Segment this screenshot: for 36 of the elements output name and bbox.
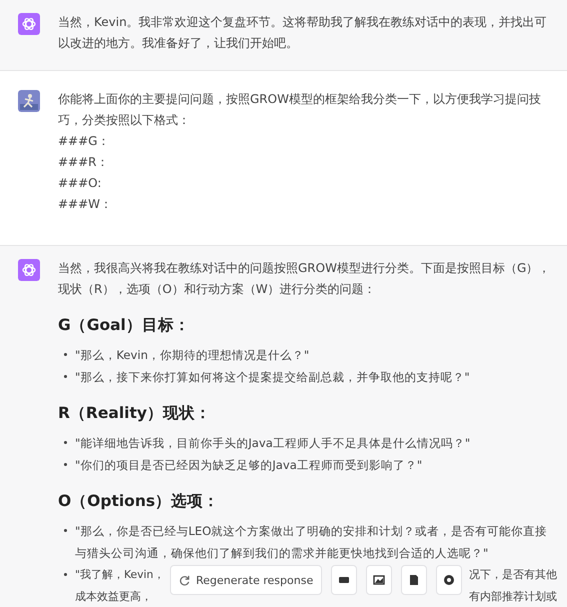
section-heading: O（Options）选项： (58, 491, 220, 512)
list-item-text: "那么，Kevin，你期待的理想情况是什么？" (75, 347, 310, 364)
bullet-icon (64, 441, 67, 444)
logo-icon (18, 259, 40, 281)
list-item-text: "我了解，Kevin， (75, 567, 164, 583)
message-text: 你能将上面你的主要提问问题，按照GROW模型的框架给我分类一下，以方便我学习提问技巧，分类按照以下格式： (58, 91, 542, 129)
bullet-icon (64, 573, 67, 576)
list-item-text: "那么，接下来你打算如何将这个提案提交给副总裁，并争取他的支持呢？" (75, 369, 470, 386)
bullet-icon (64, 529, 67, 532)
logo-icon (18, 13, 40, 35)
message-text: ###G： (58, 133, 110, 150)
list-item-text: "你们的项目是否已经因为缺乏足够的Java工程师而受到影响了？" (75, 457, 422, 474)
bullet-icon (64, 353, 67, 356)
list-item-text: "那么，你是否已经与LEO就这个方案做出了明确的安排和计划？或者，是否有可能你直接与猎头公司沟通，确保他们了解到我们的需求并能更快地找到合适的人选呢？" (75, 523, 548, 562)
list-item-text: 况下，是否有其他 (469, 567, 557, 583)
circle-button[interactable] (436, 565, 462, 595)
list-item-text: 有内部推荐计划或 (469, 589, 557, 605)
refresh-icon (179, 574, 190, 586)
message-text: 当然，我很高兴将我在教练对话中的问题按照GROW模型进行分类。下面是按照目标（G），现状（R），选项（O）和行动方案（W）进行分类的问题： (58, 260, 552, 298)
list-item-text: 成本效益更高， (75, 589, 152, 605)
message-text: ###R： (58, 154, 110, 171)
document-button[interactable] (401, 565, 428, 595)
section-heading: R（Reality）现状： (58, 403, 212, 424)
image-icon (372, 573, 386, 587)
keyboard-button[interactable] (331, 565, 358, 595)
bullet-icon (64, 463, 67, 466)
avatar-icon (18, 90, 40, 112)
image-button[interactable] (366, 565, 392, 595)
circle-icon (442, 573, 456, 587)
bullet-icon (64, 375, 67, 378)
regenerate-button[interactable]: Regenerate response (170, 565, 322, 595)
message-text: 当然，Kevin。我非常欢迎这个复盘环节。这将帮助我了解我在教练对话中的表现，并找出可以改进的地方。我准备好了，让我们开始吧。 (58, 14, 548, 52)
section-heading: G（Goal）目标： (58, 315, 191, 336)
list-item-text: "能详细地告诉我，目前你手头的Java工程师人手不足具体是什么情况吗？" (75, 435, 470, 452)
message-text: ###O: (58, 175, 102, 192)
message-text: ###W： (58, 196, 114, 213)
